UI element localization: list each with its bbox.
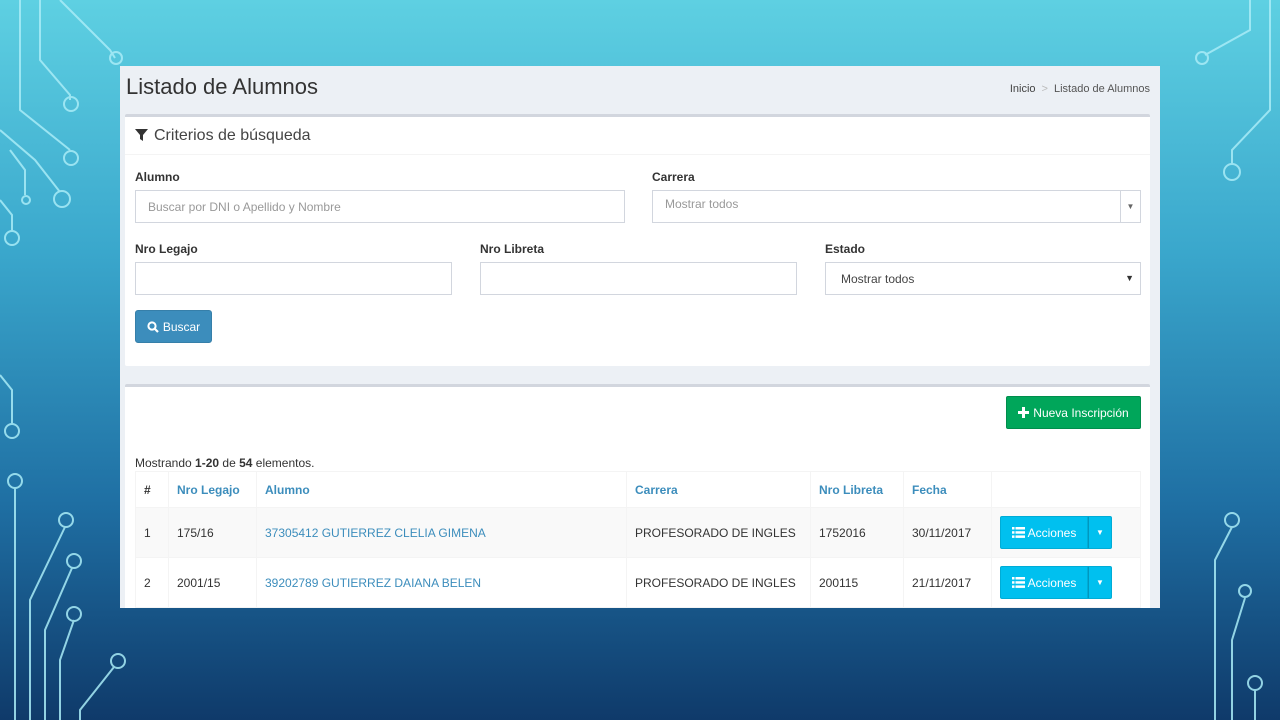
cell-libreta: 200115 [810, 557, 904, 608]
cell-libreta: 1752016 [810, 507, 904, 558]
plus-icon [1018, 407, 1030, 418]
search-criteria-box: Criterios de búsqueda Alumno Buscar por … [125, 114, 1150, 366]
page-title: Listado de Alumnos [126, 74, 319, 99]
carrera-label: Carrera [652, 170, 695, 184]
caret-down-icon[interactable]: ▼ [1088, 566, 1112, 599]
table-row: 2 2001/15 39202789 GUTIERREZ DAIANA BELE… [135, 557, 1141, 608]
breadcrumb: Inicio > Listado de Alumnos [1010, 83, 1150, 95]
nro-legajo-input[interactable] [135, 262, 452, 295]
column-header-legajo[interactable]: Nro Legajo [168, 471, 257, 508]
cell-actions: Acciones ▼ [991, 557, 1141, 608]
nro-legajo-label: Nro Legajo [135, 242, 198, 256]
cell-fecha: 30/11/2017 [903, 507, 992, 558]
breadcrumb-home-link[interactable]: Inicio [1010, 83, 1036, 95]
carrera-select-value: Mostrar todos [665, 197, 739, 211]
cell-legajo: 175/16 [168, 507, 257, 558]
column-header-number: # [135, 471, 169, 508]
cell-number: 1 [135, 507, 169, 558]
actions-button[interactable]: Acciones [1000, 566, 1088, 599]
search-button-label: Buscar [162, 319, 201, 334]
actions-button-group: Acciones ▼ [1000, 566, 1112, 599]
search-button[interactable]: Buscar [135, 310, 212, 343]
cell-carrera: PROFESORADO DE INGLES [626, 557, 811, 608]
column-header-actions [991, 471, 1141, 508]
cell-alumno: 37305412 GUTIERREZ CLELIA GIMENA [256, 507, 627, 558]
actions-button[interactable]: Acciones [1000, 516, 1088, 549]
content-header: Listado de Alumnos Inicio > Listado de Alu… [126, 74, 1150, 104]
estado-label: Estado [825, 242, 866, 256]
column-header-alumno[interactable]: Alumno [256, 471, 627, 508]
breadcrumb-separator: > [1041, 83, 1048, 95]
summary-total: 54 [239, 456, 253, 470]
search-icon [147, 320, 159, 333]
summary-suffix: elementos. [252, 456, 315, 470]
new-inscription-button[interactable]: Nueva Inscripción [1006, 396, 1141, 429]
results-box: Nueva Inscripción Mostrando 1-20 de 54 e… [125, 384, 1150, 608]
actions-label: Acciones [1027, 575, 1077, 590]
table-row: 1 175/16 37305412 GUTIERREZ CLELIA GIMEN… [135, 507, 1141, 558]
nro-libreta-label: Nro Libreta [480, 242, 545, 256]
caret-down-icon[interactable]: ▼ [1120, 191, 1140, 222]
nro-libreta-input[interactable] [480, 262, 797, 295]
estado-select[interactable]: Mostrar todos ▼ [825, 262, 1141, 295]
column-header-libreta[interactable]: Nro Libreta [810, 471, 904, 508]
student-link[interactable]: 39202789 GUTIERREZ DAIANA BELEN [265, 576, 481, 590]
column-header-fecha[interactable]: Fecha [903, 471, 992, 508]
actions-button-group: Acciones ▼ [1000, 516, 1112, 549]
students-table: # Nro Legajo Alumno Carrera Nro Libreta … [135, 471, 1141, 608]
cell-legajo: 2001/15 [168, 557, 257, 608]
filter-icon [135, 129, 148, 142]
alumno-search-input[interactable]: Buscar por DNI o Apellido y Nombre [135, 190, 625, 223]
list-icon [1011, 527, 1025, 538]
search-box-header: Criterios de búsqueda [125, 117, 1150, 155]
cell-alumno: 39202789 GUTIERREZ DAIANA BELEN [256, 557, 627, 608]
actions-label: Acciones [1027, 525, 1077, 540]
column-header-carrera[interactable]: Carrera [626, 471, 811, 508]
carrera-select[interactable]: Mostrar todos ▼ [652, 190, 1141, 223]
results-summary: Mostrando 1-20 de 54 elementos. [135, 456, 314, 470]
cell-fecha: 21/11/2017 [903, 557, 992, 608]
cell-number: 2 [135, 557, 169, 608]
summary-range: 1-20 [195, 456, 220, 470]
summary-mid: de [219, 456, 240, 470]
cell-carrera: PROFESORADO DE INGLES [626, 507, 811, 558]
new-inscription-label: Nueva Inscripción [1033, 405, 1129, 420]
list-icon [1011, 577, 1025, 588]
search-box-title: Criterios de búsqueda [154, 126, 311, 144]
caret-down-icon: ▼ [1125, 273, 1134, 283]
alumno-label: Alumno [135, 170, 180, 184]
caret-down-icon[interactable]: ▼ [1088, 516, 1112, 549]
app-screenshot: Listado de Alumnos Inicio > Listado de Alu… [120, 66, 1160, 608]
estado-select-value: Mostrar todos [841, 271, 915, 286]
cell-actions: Acciones ▼ [991, 507, 1141, 558]
table-header-row: # Nro Legajo Alumno Carrera Nro Libreta … [135, 471, 1141, 508]
student-link[interactable]: 37305412 GUTIERREZ CLELIA GIMENA [265, 526, 486, 540]
breadcrumb-current: Listado de Alumnos [1053, 83, 1150, 95]
summary-prefix: Mostrando [135, 456, 196, 470]
